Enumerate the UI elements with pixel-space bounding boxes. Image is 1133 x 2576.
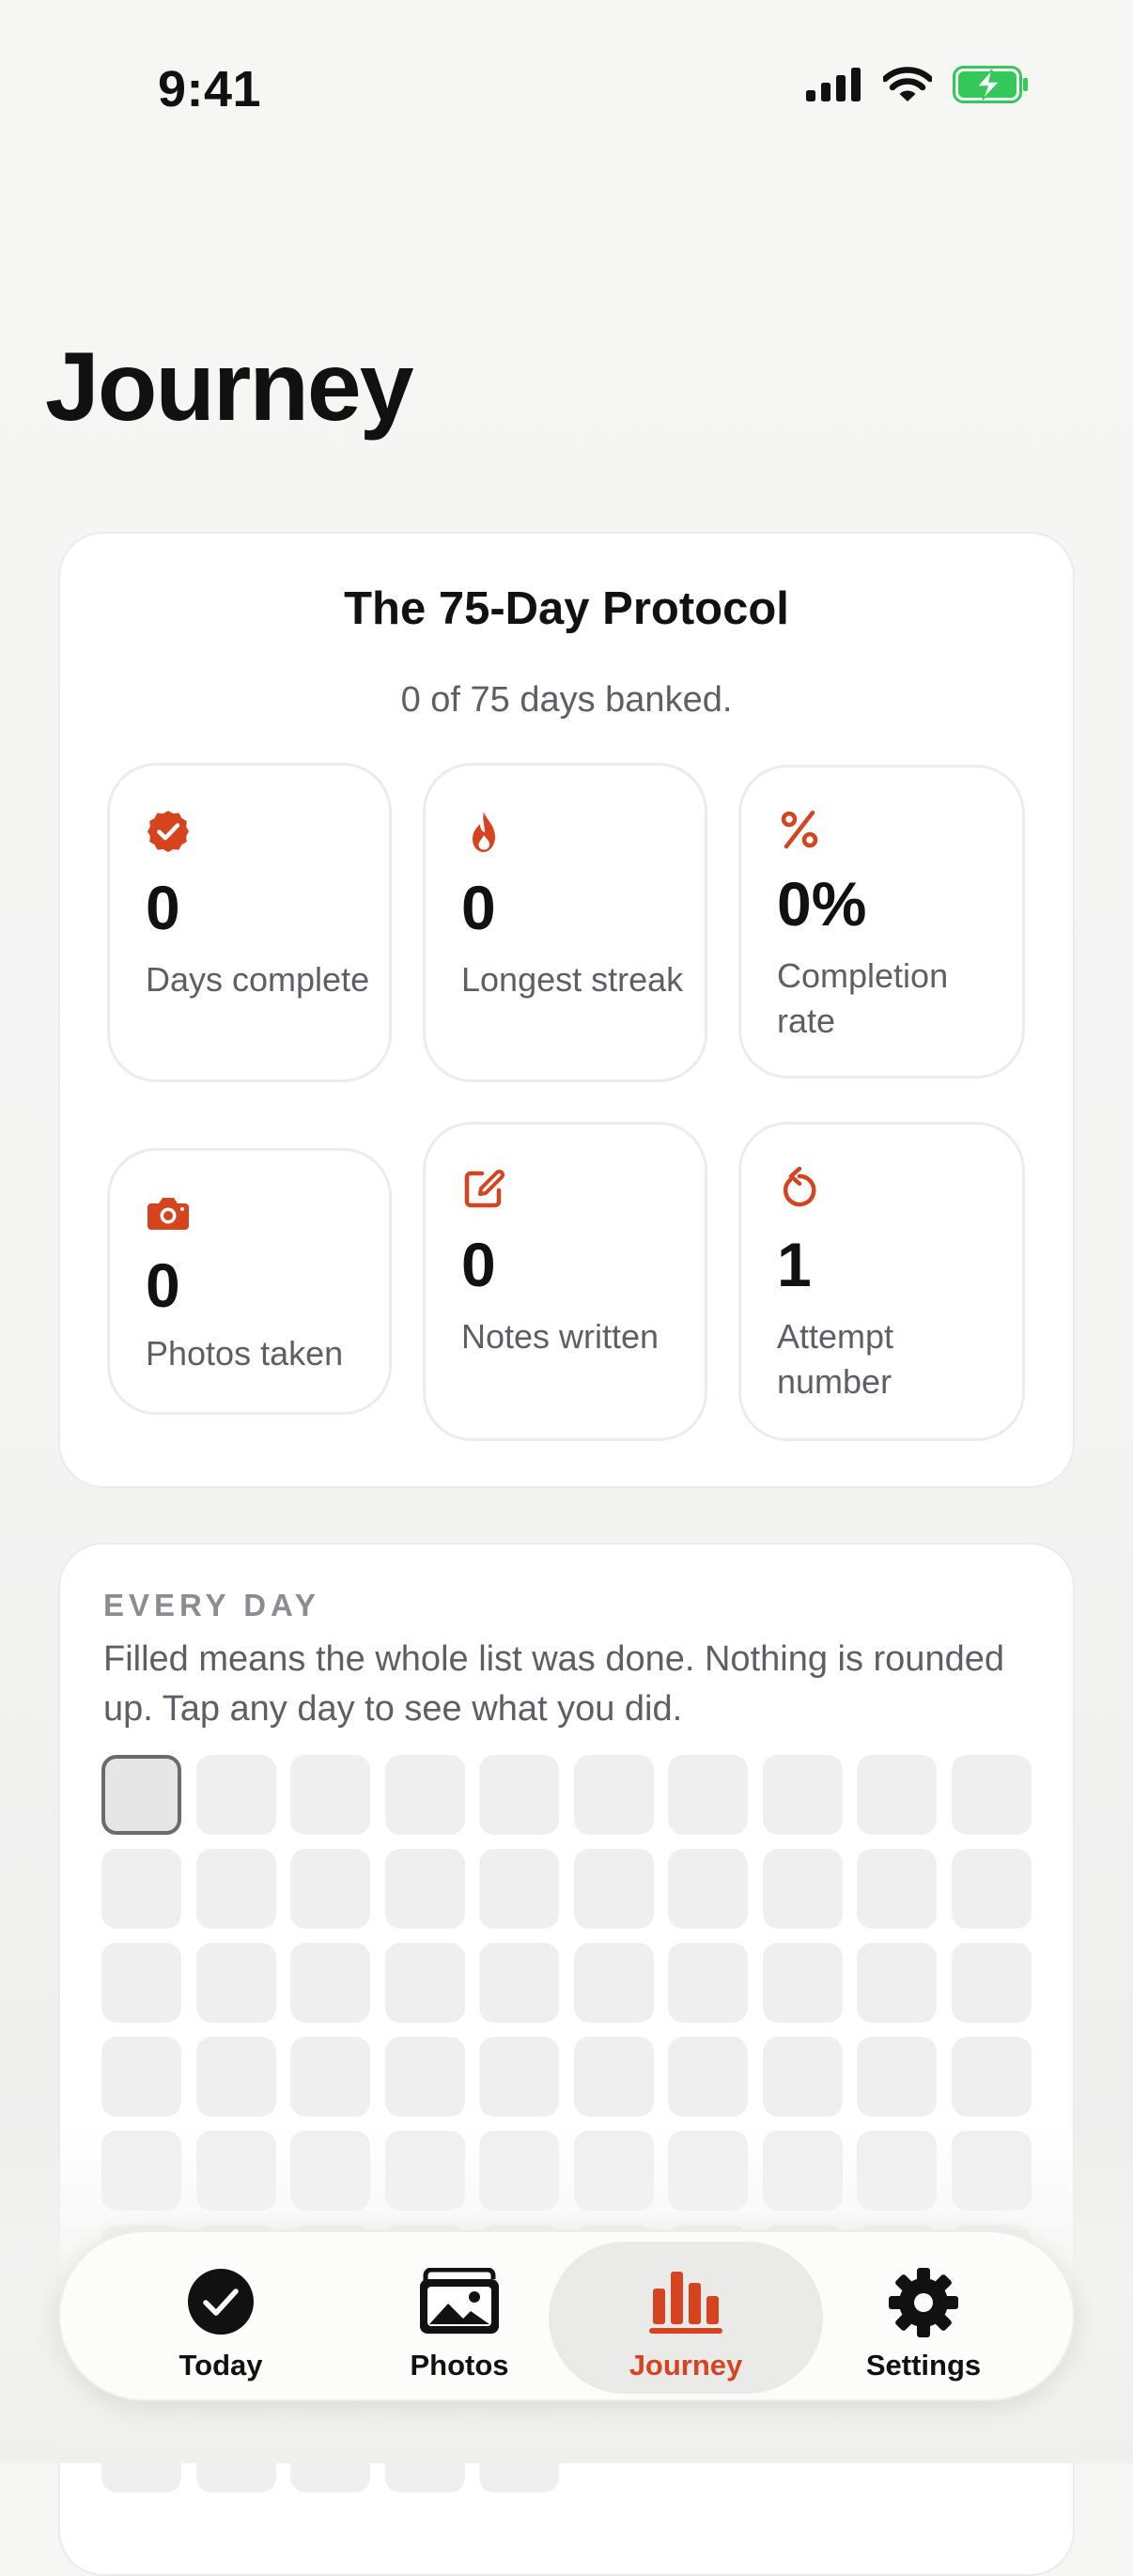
stat-label: Completion rate [777,956,949,1040]
day-cell[interactable] [195,1849,276,1929]
day-cell[interactable] [951,1943,1032,2023]
day-cell[interactable] [951,1755,1032,1835]
stat-notes-written: 0 Notes written [423,1122,707,1441]
tab-label: Journey [629,2349,743,2382]
day-cell[interactable] [101,1943,181,2023]
battery-charging-icon [953,66,1028,103]
percent-icon [781,810,818,849]
gear-icon [889,2268,958,2337]
retry-icon [783,1166,816,1207]
bar-chart-icon [649,2272,722,2334]
stat-attempt-number: 1 Attempt number [738,1122,1025,1441]
day-cell[interactable] [762,1755,843,1835]
day-cell[interactable] [290,2037,370,2117]
stat-label: Photos taken [146,1334,344,1373]
day-cell[interactable] [101,2037,181,2117]
day-cell[interactable] [479,1755,559,1835]
protocol-summary-card: The 75-Day Protocol 0 of 75 days banked.… [58,532,1075,1488]
day-cell[interactable] [479,1849,559,1929]
protocol-title: The 75-Day Protocol [344,583,789,634]
stat-label: Notes written [461,1317,660,1356]
day-cell[interactable] [857,1755,937,1835]
day-cell[interactable] [384,1755,465,1835]
camera-icon [147,1198,189,1230]
day-cell[interactable] [951,1849,1032,1929]
section-heading: EVERY DAY [103,1588,320,1622]
protocol-progress-text: 0 of 75 days banked. [400,680,733,720]
day-cell[interactable] [195,1755,276,1835]
day-cell[interactable] [668,1943,748,2023]
day-cell[interactable] [857,1943,937,2023]
page-title: Journey [45,333,414,442]
day-cell[interactable] [573,1849,654,1929]
day-cell[interactable] [195,1943,276,2023]
day-cell[interactable] [573,1755,654,1835]
day-cell[interactable] [573,2037,654,2117]
status-bar: 9:41 [0,0,1133,178]
flame-icon [473,812,495,852]
day-cell[interactable] [290,1849,370,1929]
day-cell[interactable] [195,2037,276,2117]
stat-value: 0 [146,1250,180,1320]
day-cell[interactable] [668,2037,748,2117]
stat-value: 0 [461,873,496,942]
verified-badge-icon [147,811,189,852]
photos-icon [420,2268,499,2334]
day-cell[interactable] [290,1755,370,1835]
edit-note-icon [464,1170,504,1208]
day-cell[interactable] [384,1943,465,2023]
stat-label: Attempt number [777,1317,894,1401]
tab-settings[interactable]: Settings [804,2242,1043,2394]
day-cell[interactable] [762,1849,843,1929]
tab-label: Today [178,2349,263,2382]
day-cell[interactable] [101,1849,181,1929]
cellular-signal-icon [806,68,861,101]
checkmark-circle-icon [188,2269,254,2335]
stat-value: 1 [777,1230,812,1299]
tab-photos[interactable]: Photos [340,2242,579,2394]
stat-days-complete: 0 Days complete [107,763,392,1082]
day-cell[interactable] [479,2037,559,2117]
section-description: Filled means the whole list was done. No… [103,1639,1004,1729]
stat-label: Days complete [146,960,370,999]
tab-label: Settings [865,2349,982,2382]
stat-label: Longest streak [461,960,684,999]
day-cell[interactable] [951,2037,1032,2117]
day-cell[interactable] [668,1849,748,1929]
day-cell[interactable] [479,1943,559,2023]
tab-bar: Today Photos Journey Settings [58,2230,1075,2401]
tab-journey[interactable]: Journey [549,2242,823,2394]
day-cell[interactable] [384,2037,465,2117]
day-cell[interactable] [857,1849,937,1929]
stat-value: 0% [777,869,867,939]
wifi-icon [883,67,932,101]
day-cell[interactable] [290,1943,370,2023]
stat-longest-streak: 0 Longest streak [423,763,707,1082]
stat-value: 0 [461,1230,496,1299]
day-cell-today[interactable] [101,1755,181,1835]
day-cell[interactable] [857,2037,937,2117]
day-cell[interactable] [762,2037,843,2117]
status-icons [806,66,1030,103]
stat-value: 0 [146,873,180,942]
day-cell[interactable] [573,1943,654,2023]
stat-photos-taken: 0 Photos taken [107,1148,392,1415]
day-cell[interactable] [762,1943,843,2023]
tab-today[interactable]: Today [101,2242,340,2394]
stat-completion-rate: 0% Completion rate [738,765,1025,1079]
status-time: 9:41 [158,61,262,117]
day-cell[interactable] [384,1849,465,1929]
day-cell[interactable] [668,1755,748,1835]
tab-label: Photos [410,2349,509,2382]
